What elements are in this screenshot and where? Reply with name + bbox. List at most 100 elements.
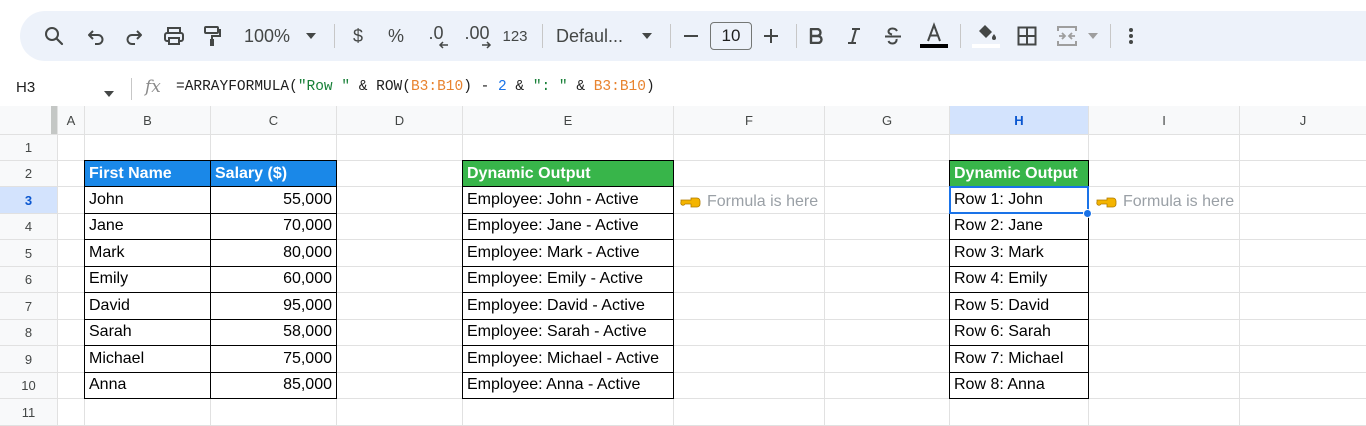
table-cell[interactable]: Employee: John - Active (463, 187, 673, 213)
row-header-4[interactable]: 4 (0, 214, 57, 239)
row-header-7[interactable]: 7 (0, 293, 57, 319)
table-cell[interactable]: 85,000 (211, 372, 336, 398)
table-border (462, 239, 674, 240)
row-header-1[interactable]: 1 (0, 135, 57, 160)
table-cell[interactable]: Row 5: David (950, 293, 1088, 319)
decrease-decimals-button[interactable]: .0 (422, 11, 450, 61)
column-header-h[interactable]: H (950, 106, 1088, 134)
row-header-3[interactable]: 3 (0, 187, 57, 213)
backhand-index-pointing-left-icon (680, 197, 701, 208)
table-cell[interactable]: Employee: Mark - Active (463, 240, 673, 266)
column-header-g[interactable]: G (825, 106, 949, 134)
column-header-c[interactable]: C (211, 106, 336, 134)
zoom-select[interactable]: 100% (240, 11, 294, 61)
fill-handle[interactable] (1083, 209, 1092, 218)
table-border (462, 213, 674, 214)
more-options-icon[interactable] (1118, 11, 1144, 61)
cell-h2-header[interactable]: Dynamic Output (950, 161, 1088, 187)
table-cell[interactable]: 55,000 (211, 187, 336, 213)
cell-b2-header[interactable]: First Name (85, 161, 210, 187)
name-box-dropdown-icon[interactable] (104, 84, 114, 102)
row-header-2[interactable]: 2 (0, 161, 57, 186)
formula-part: 2 (498, 79, 507, 95)
merge-dropdown-icon[interactable] (1084, 11, 1102, 61)
italic-icon[interactable] (842, 11, 866, 61)
column-header-i[interactable]: I (1089, 106, 1239, 134)
text-color-icon[interactable] (918, 11, 950, 61)
select-all-corner[interactable] (0, 106, 57, 134)
percent-format-button[interactable]: % (384, 11, 408, 61)
table-cell[interactable]: John (85, 187, 210, 213)
table-cell[interactable]: Employee: Emily - Active (463, 266, 673, 292)
table-cell[interactable]: Row 2: Jane (950, 213, 1088, 239)
print-icon[interactable] (160, 11, 188, 61)
name-box[interactable]: H3 (16, 79, 35, 96)
table-cell[interactable]: 80,000 (211, 240, 336, 266)
font-family-select[interactable]: Defaul... (556, 11, 628, 61)
table-cell[interactable]: Anna (85, 372, 210, 398)
table-border (84, 345, 337, 346)
paint-format-icon[interactable] (198, 11, 226, 61)
table-cell[interactable]: Employee: David - Active (463, 293, 673, 319)
toolbar-divider (960, 24, 961, 48)
column-header-f[interactable]: F (674, 106, 824, 134)
increase-font-size-icon[interactable] (760, 11, 782, 61)
table-cell[interactable]: David (85, 293, 210, 319)
column-header-a[interactable]: A (58, 106, 84, 134)
cell-c2-header[interactable]: Salary ($) (211, 161, 336, 187)
table-cell[interactable]: Row 3: Mark (950, 240, 1088, 266)
active-cell-selection[interactable] (949, 186, 1089, 214)
undo-icon[interactable] (82, 11, 110, 61)
row-header-8[interactable]: 8 (0, 320, 57, 345)
table-cell[interactable]: 95,000 (211, 293, 336, 319)
table-cell[interactable]: 75,000 (211, 346, 336, 372)
table-cell[interactable]: Michael (85, 346, 210, 372)
table-cell[interactable]: Employee: Sarah - Active (463, 319, 673, 345)
sheet-grid[interactable]: A B C D E F G H I J 1 2 3 4 5 6 7 8 9 10… (0, 106, 1366, 426)
column-header-d[interactable]: D (337, 106, 462, 134)
strikethrough-icon[interactable] (880, 11, 906, 61)
bold-icon[interactable] (804, 11, 828, 61)
table-cell[interactable]: Employee: Anna - Active (463, 372, 673, 398)
borders-icon[interactable] (1014, 11, 1040, 61)
font-size-input[interactable]: 10 (710, 22, 752, 50)
zoom-dropdown-icon[interactable] (302, 11, 320, 61)
table-cell[interactable]: Employee: Jane - Active (463, 213, 673, 239)
decrease-font-size-icon[interactable] (680, 11, 702, 61)
cell-e2-header[interactable]: Dynamic Output (463, 161, 673, 187)
table-border (949, 319, 1089, 320)
row-header-10[interactable]: 10 (0, 373, 57, 398)
formula-part: & ROW( (350, 79, 411, 95)
currency-format-button[interactable]: $ (346, 11, 370, 61)
row-header-6[interactable]: 6 (0, 267, 57, 292)
table-cell[interactable]: Employee: Michael - Active (463, 346, 673, 372)
row-header-5[interactable]: 5 (0, 240, 57, 266)
table-cell[interactable]: Row 8: Anna (950, 372, 1088, 398)
table-cell[interactable]: Row 7: Michael (950, 346, 1088, 372)
table-cell[interactable]: Emily (85, 266, 210, 292)
column-header-j[interactable]: J (1240, 106, 1366, 134)
fill-color-icon[interactable] (970, 11, 1002, 61)
font-dropdown-icon[interactable] (638, 11, 656, 61)
merge-cells-icon[interactable] (1054, 11, 1080, 61)
table-cell[interactable]: Mark (85, 240, 210, 266)
more-formats-button[interactable]: 123 (500, 11, 530, 61)
table-border (673, 160, 674, 399)
row-header-11[interactable]: 11 (0, 399, 57, 426)
formula-input[interactable]: =ARRAYFORMULA("Row " & ROW(B3:B10) - 2 &… (176, 79, 655, 95)
column-header-e[interactable]: E (463, 106, 673, 134)
search-icon[interactable] (40, 11, 68, 61)
column-header-b[interactable]: B (85, 106, 210, 134)
increase-decimals-button[interactable]: .00 (462, 11, 492, 61)
redo-icon[interactable] (120, 11, 148, 61)
row-header-9[interactable]: 9 (0, 346, 57, 372)
table-cell[interactable]: Jane (85, 213, 210, 239)
table-cell[interactable]: Row 4: Emily (950, 266, 1088, 292)
table-cell[interactable]: Sarah (85, 319, 210, 345)
table-cell[interactable]: Row 6: Sarah (950, 319, 1088, 345)
table-cell[interactable]: 58,000 (211, 319, 336, 345)
table-border (84, 398, 337, 399)
table-cell[interactable]: 70,000 (211, 213, 336, 239)
toolbar-divider (796, 24, 797, 48)
table-cell[interactable]: 60,000 (211, 266, 336, 292)
